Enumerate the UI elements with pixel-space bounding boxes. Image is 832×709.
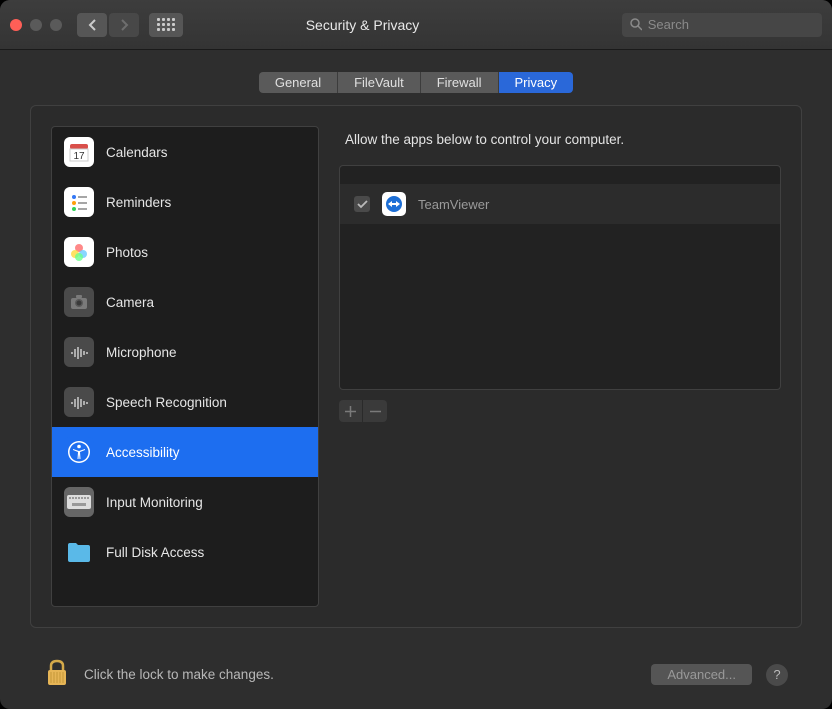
- accessibility-icon: [64, 437, 94, 467]
- sidebar-item-label: Reminders: [106, 195, 171, 210]
- settings-panel: 17 Calendars Reminders Photos: [30, 105, 802, 628]
- sidebar-item-full-disk-access[interactable]: Full Disk Access: [52, 527, 318, 577]
- app-checkbox[interactable]: [354, 196, 370, 212]
- photos-icon: [64, 237, 94, 267]
- sidebar-item-microphone[interactable]: Microphone: [52, 327, 318, 377]
- sidebar-item-label: Calendars: [106, 145, 168, 160]
- sidebar-item-speech-recognition[interactable]: Speech Recognition: [52, 377, 318, 427]
- app-name-label: TeamViewer: [418, 197, 489, 212]
- lock-text: Click the lock to make changes.: [84, 667, 637, 682]
- sidebar-item-calendars[interactable]: 17 Calendars: [52, 127, 318, 177]
- sidebar-item-label: Speech Recognition: [106, 395, 227, 410]
- sidebar-item-camera[interactable]: Camera: [52, 277, 318, 327]
- sidebar-item-input-monitoring[interactable]: Input Monitoring: [52, 477, 318, 527]
- app-list: TeamViewer: [339, 165, 781, 390]
- tab-firewall[interactable]: Firewall: [421, 72, 499, 93]
- sidebar-item-label: Full Disk Access: [106, 545, 204, 560]
- minus-icon: [370, 406, 381, 417]
- speech-recognition-icon: [64, 387, 94, 417]
- lock-icon: [44, 658, 70, 688]
- teamviewer-icon: [382, 192, 406, 216]
- add-app-button[interactable]: [339, 400, 363, 422]
- help-button[interactable]: ?: [766, 664, 788, 686]
- svg-text:17: 17: [73, 151, 85, 162]
- search-icon: [630, 18, 642, 31]
- sidebar-item-reminders[interactable]: Reminders: [52, 177, 318, 227]
- camera-icon: [64, 287, 94, 317]
- main-header-text: Allow the apps below to control your com…: [339, 126, 781, 165]
- lock-button[interactable]: [44, 658, 70, 691]
- main-pane: Allow the apps below to control your com…: [339, 126, 781, 607]
- minimize-button[interactable]: [30, 19, 42, 31]
- content-area: General FileVault Firewall Privacy 17 Ca…: [0, 50, 832, 709]
- sidebar-item-accessibility[interactable]: Accessibility: [52, 427, 318, 477]
- window-title: Security & Privacy: [103, 17, 622, 33]
- full-disk-access-icon: [64, 537, 94, 567]
- sidebar-item-label: Input Monitoring: [106, 495, 203, 510]
- calendar-icon: 17: [64, 137, 94, 167]
- sidebar-item-label: Accessibility: [106, 445, 180, 460]
- sidebar-item-photos[interactable]: Photos: [52, 227, 318, 277]
- close-button[interactable]: [10, 19, 22, 31]
- reminders-icon: [64, 187, 94, 217]
- search-input[interactable]: [648, 17, 814, 32]
- sidebar-item-label: Microphone: [106, 345, 177, 360]
- chevron-left-icon: [88, 19, 97, 31]
- app-row-teamviewer[interactable]: TeamViewer: [340, 184, 780, 224]
- traffic-lights: [10, 19, 62, 31]
- sidebar-item-label: Camera: [106, 295, 154, 310]
- privacy-sidebar: 17 Calendars Reminders Photos: [51, 126, 319, 607]
- tab-general[interactable]: General: [259, 72, 338, 93]
- advanced-button[interactable]: Advanced...: [651, 664, 752, 685]
- maximize-button[interactable]: [50, 19, 62, 31]
- tabs: General FileVault Firewall Privacy: [259, 72, 573, 93]
- checkmark-icon: [357, 199, 368, 210]
- input-monitoring-icon: [64, 487, 94, 517]
- preferences-window: Security & Privacy General FileVault Fir…: [0, 0, 832, 709]
- sidebar-item-label: Photos: [106, 245, 148, 260]
- tab-filevault[interactable]: FileVault: [338, 72, 421, 93]
- remove-app-button[interactable]: [363, 400, 387, 422]
- plus-icon: [345, 406, 356, 417]
- microphone-icon: [64, 337, 94, 367]
- add-remove-controls: [339, 400, 781, 422]
- titlebar: Security & Privacy: [0, 0, 832, 50]
- footer: Click the lock to make changes. Advanced…: [30, 648, 802, 709]
- search-field[interactable]: [622, 13, 822, 37]
- tab-privacy[interactable]: Privacy: [499, 72, 574, 93]
